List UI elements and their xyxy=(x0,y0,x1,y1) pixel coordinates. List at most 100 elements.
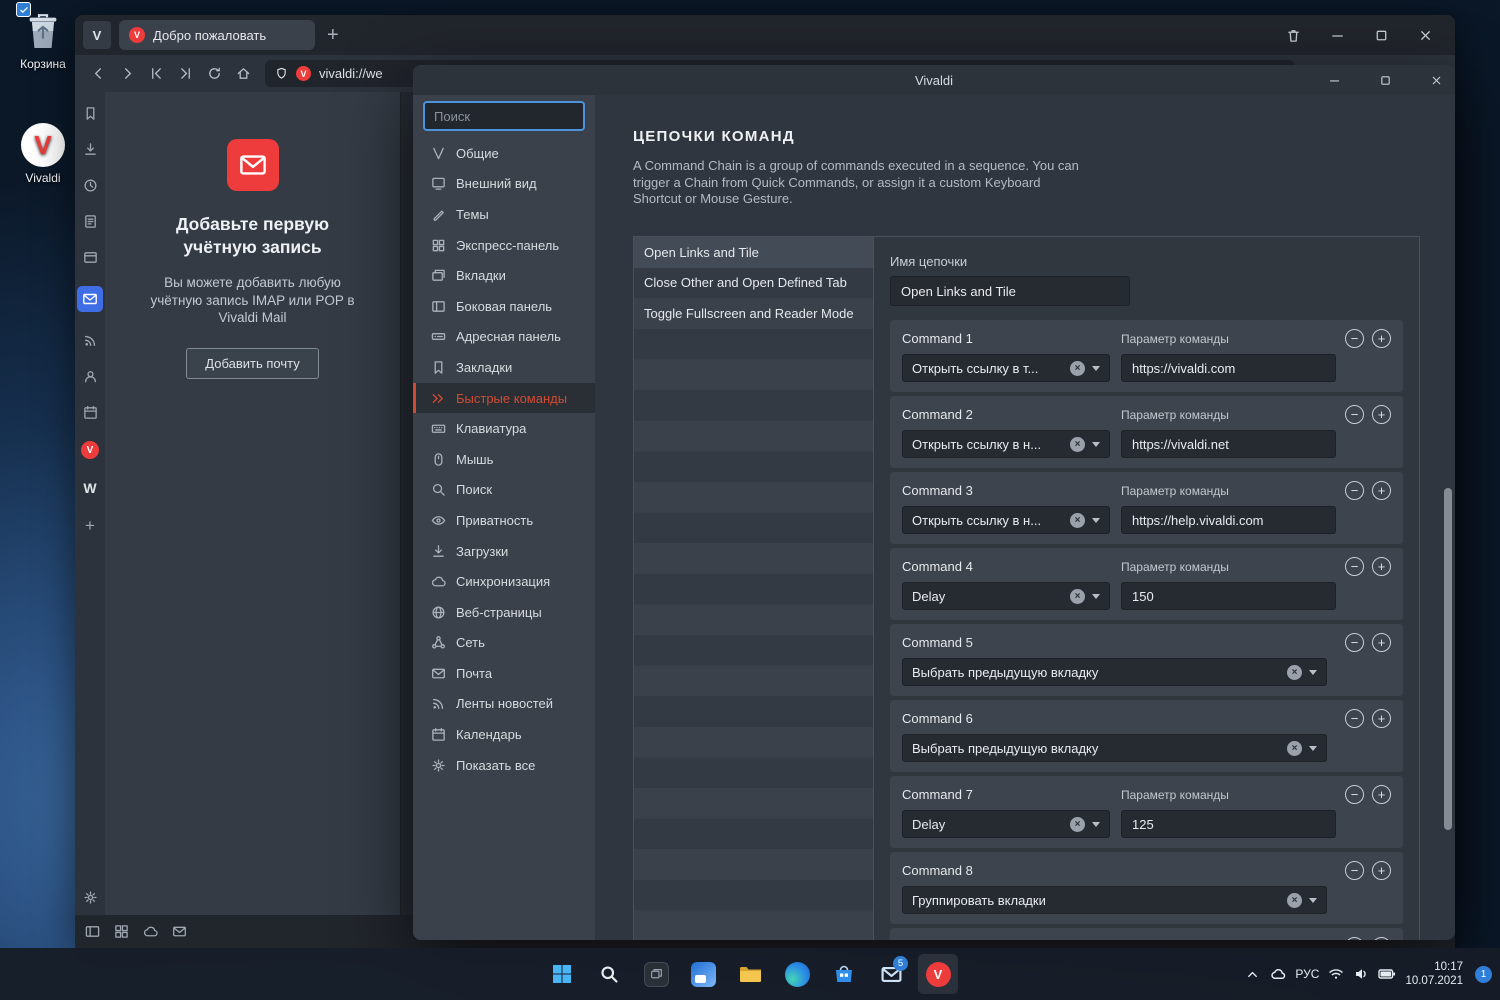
desktop-icon-recycle-bin[interactable]: Корзина xyxy=(10,2,76,71)
bookmarks-panel-icon[interactable] xyxy=(83,106,98,121)
clear-icon[interactable]: × xyxy=(1287,664,1302,680)
desktop-icon-vivaldi[interactable]: V Vivaldi xyxy=(10,122,76,185)
file-explorer-button[interactable] xyxy=(730,954,770,994)
clear-icon[interactable]: × xyxy=(1070,436,1085,452)
minimize-icon[interactable] xyxy=(1330,28,1345,43)
add-mail-button[interactable]: Добавить почту xyxy=(186,347,319,379)
chain-item-open-links-and-tile[interactable]: Open Links and Tile xyxy=(634,237,873,268)
sidebar-item-feeds[interactable]: Ленты новостей xyxy=(413,689,595,720)
clear-icon[interactable]: × xyxy=(1287,740,1302,756)
command-param-input[interactable] xyxy=(1121,506,1336,534)
selected-checkbox-icon[interactable] xyxy=(16,2,31,17)
command-param-input[interactable] xyxy=(1121,810,1336,838)
sidebar-item-mail[interactable]: Почта xyxy=(413,658,595,689)
settings-scrollbar-thumb[interactable] xyxy=(1444,488,1452,830)
contacts-panel-icon[interactable] xyxy=(83,369,98,384)
sidebar-item-general[interactable]: Общие xyxy=(413,138,595,169)
search-button[interactable] xyxy=(589,954,629,994)
minimize-icon[interactable] xyxy=(1328,74,1341,87)
command-select[interactable]: Открыть ссылку в н... × xyxy=(902,506,1110,534)
widgets-button[interactable] xyxy=(683,954,723,994)
volume-icon[interactable] xyxy=(1353,966,1369,982)
command-select[interactable]: Delay × xyxy=(902,810,1110,838)
sidebar-item-bookmarks[interactable]: Закладки xyxy=(413,352,595,383)
chain-name-input[interactable] xyxy=(890,276,1130,306)
command-select[interactable]: Открыть ссылку в т... × xyxy=(902,354,1110,382)
remove-command-button[interactable]: − xyxy=(1345,937,1364,940)
vivaldi-panel-icon[interactable]: V xyxy=(81,441,99,459)
rewind-button[interactable] xyxy=(143,60,170,87)
edge-button[interactable] xyxy=(777,954,817,994)
add-command-button[interactable]: + xyxy=(1372,329,1391,348)
remove-command-button[interactable]: − xyxy=(1345,861,1364,880)
sidebar-item-keyboard[interactable]: Клавиатура xyxy=(413,413,595,444)
tab-welcome[interactable]: V Добро пожаловать xyxy=(119,20,315,50)
mail-panel-button-active[interactable] xyxy=(77,286,103,312)
sidebar-item-address-bar[interactable]: Адресная панель xyxy=(413,322,595,353)
command-select[interactable]: Delay × xyxy=(902,582,1110,610)
sidebar-item-privacy[interactable]: Приватность xyxy=(413,505,595,536)
clear-icon[interactable]: × xyxy=(1070,816,1085,832)
sidebar-item-speed-dial[interactable]: Экспресс-панель xyxy=(413,230,595,261)
sidebar-item-calendar[interactable]: Календарь xyxy=(413,719,595,750)
fast-forward-button[interactable] xyxy=(172,60,199,87)
sidebar-item-network[interactable]: Сеть xyxy=(413,628,595,659)
history-panel-icon[interactable] xyxy=(83,178,98,193)
add-command-button[interactable]: + xyxy=(1372,633,1391,652)
notification-badge[interactable]: 1 xyxy=(1475,965,1492,983)
battery-icon[interactable] xyxy=(1378,967,1396,981)
settings-titlebar[interactable]: Vivaldi xyxy=(413,65,1455,95)
settings-search-input[interactable] xyxy=(423,101,585,131)
maximize-icon[interactable] xyxy=(1379,74,1392,87)
sidebar-item-appearance[interactable]: Внешний вид xyxy=(413,169,595,200)
store-button[interactable] xyxy=(824,954,864,994)
add-command-button[interactable]: + xyxy=(1372,937,1391,940)
remove-command-button[interactable]: − xyxy=(1345,785,1364,804)
task-view-button[interactable] xyxy=(636,954,676,994)
sidebar-item-themes[interactable]: Темы xyxy=(413,199,595,230)
close-icon[interactable] xyxy=(1430,74,1443,87)
new-tab-button[interactable]: + xyxy=(327,25,339,45)
sidebar-item-panel[interactable]: Боковая панель xyxy=(413,291,595,322)
sync-status-icon[interactable] xyxy=(143,924,158,939)
vivaldi-taskbar-button[interactable]: V xyxy=(918,954,958,994)
home-button[interactable] xyxy=(230,60,257,87)
sidebar-item-mouse[interactable]: Мышь xyxy=(413,444,595,475)
command-select[interactable]: Выбрать предыдущую вкладку × xyxy=(902,658,1327,686)
mail-status-icon[interactable] xyxy=(172,924,187,939)
tray-expand-icon[interactable] xyxy=(1245,967,1260,982)
notes-panel-icon[interactable] xyxy=(83,214,98,229)
add-command-button[interactable]: + xyxy=(1372,785,1391,804)
sidebar-item-webpages[interactable]: Веб-страницы xyxy=(413,597,595,628)
trash-icon[interactable] xyxy=(1286,28,1301,43)
command-param-input[interactable] xyxy=(1121,430,1336,458)
reload-button[interactable] xyxy=(201,60,228,87)
wifi-icon[interactable] xyxy=(1328,966,1344,982)
remove-command-button[interactable]: − xyxy=(1345,329,1364,348)
sidebar-item-sync[interactable]: Синхронизация xyxy=(413,566,595,597)
remove-command-button[interactable]: − xyxy=(1345,405,1364,424)
sidebar-item-search[interactable]: Поиск xyxy=(413,475,595,506)
sidebar-item-show-all[interactable]: Показать все xyxy=(413,750,595,781)
command-param-input[interactable] xyxy=(1121,354,1336,382)
downloads-panel-icon[interactable] xyxy=(83,142,98,157)
command-select[interactable]: Группировать вкладки × xyxy=(902,886,1327,914)
add-command-button[interactable]: + xyxy=(1372,861,1391,880)
command-param-input[interactable] xyxy=(1121,582,1336,610)
back-button[interactable] xyxy=(85,60,112,87)
add-command-button[interactable]: + xyxy=(1372,557,1391,576)
shield-icon[interactable] xyxy=(275,67,288,80)
remove-command-button[interactable]: − xyxy=(1345,709,1364,728)
calendar-panel-icon[interactable] xyxy=(83,405,98,420)
tiling-icon[interactable] xyxy=(114,924,129,939)
forward-button[interactable] xyxy=(114,60,141,87)
add-command-button[interactable]: + xyxy=(1372,481,1391,500)
mail-app-button[interactable]: 5 xyxy=(871,954,911,994)
sidebar-item-tabs[interactable]: Вкладки xyxy=(413,260,595,291)
clock[interactable]: 10:17 10.07.2021 xyxy=(1405,960,1463,988)
command-select[interactable]: Открыть ссылку в н... × xyxy=(902,430,1110,458)
clear-icon[interactable]: × xyxy=(1070,512,1085,528)
remove-command-button[interactable]: − xyxy=(1345,633,1364,652)
add-command-button[interactable]: + xyxy=(1372,405,1391,424)
remove-command-button[interactable]: − xyxy=(1345,557,1364,576)
